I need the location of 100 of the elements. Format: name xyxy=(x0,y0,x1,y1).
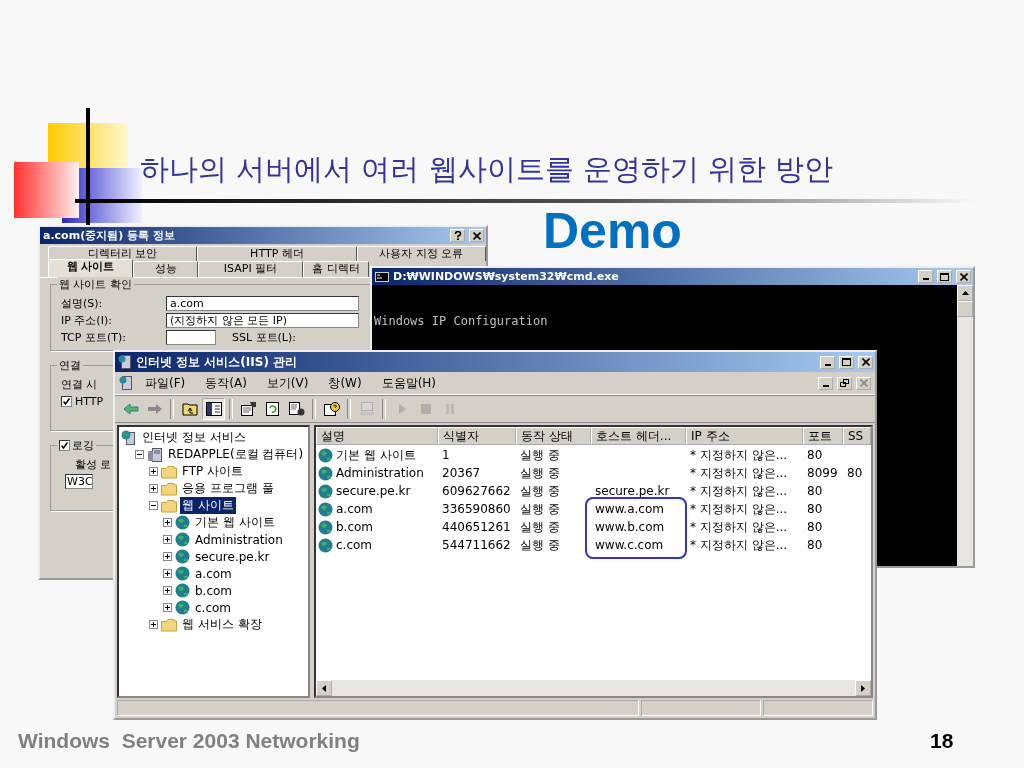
table-cell: 실행 중 xyxy=(520,501,560,516)
folder-icon xyxy=(161,617,177,632)
close-button[interactable] xyxy=(469,229,484,242)
tcp-port-field[interactable] xyxy=(166,330,216,345)
tree-item[interactable]: Administration xyxy=(193,532,285,547)
expand-toggle[interactable] xyxy=(149,484,158,493)
back-arrow-icon xyxy=(122,402,139,416)
vertical-scrollbar[interactable] xyxy=(957,285,973,566)
column-header[interactable]: 포트 xyxy=(803,427,843,445)
field-label: 설명(S): xyxy=(61,296,104,311)
computer-icon xyxy=(147,446,163,463)
table-cell: 544711662 xyxy=(442,538,511,552)
expand-toggle[interactable] xyxy=(163,569,172,578)
column-header[interactable]: 동작 상태 xyxy=(516,427,591,445)
server-icon xyxy=(119,375,133,391)
menu-item[interactable]: 도움말(H) xyxy=(373,374,445,392)
tree-item[interactable]: 웹 사이트 xyxy=(180,497,236,514)
tab[interactable]: HTTP 헤더 xyxy=(197,246,357,261)
toolbar-button[interactable] xyxy=(202,398,225,420)
table-cell: 실행 중 xyxy=(520,465,560,480)
tree-item[interactable]: c.com xyxy=(193,600,234,615)
close-button[interactable] xyxy=(858,355,873,369)
tree-item[interactable]: 응용 프로그램 풀 xyxy=(180,480,276,497)
column-header[interactable]: IP 주소 xyxy=(686,427,803,445)
menu-item[interactable]: 동작(A) xyxy=(197,374,255,392)
expand-toggle[interactable] xyxy=(163,552,172,561)
expand-toggle[interactable] xyxy=(163,586,172,595)
column-header[interactable]: 식별자 xyxy=(438,427,516,445)
minimize-button[interactable] xyxy=(918,270,933,283)
table-cell: 80 xyxy=(807,502,823,516)
tree-item[interactable]: a.com xyxy=(193,566,234,581)
tab[interactable]: 웹 사이트 xyxy=(48,259,133,277)
stop-icon xyxy=(419,402,432,416)
tree-item[interactable]: 인터넷 정보 서비스 xyxy=(140,429,248,446)
collapse-toggle[interactable] xyxy=(135,450,144,459)
page-number: 18 xyxy=(930,729,954,753)
maximize-button[interactable] xyxy=(839,355,854,369)
minimize-button[interactable] xyxy=(820,355,835,369)
horizontal-scrollbar[interactable] xyxy=(316,680,871,696)
expand-toggle[interactable] xyxy=(149,620,158,629)
expand-toggle[interactable] xyxy=(149,467,158,476)
tree-item[interactable]: 기본 웹 사이트 xyxy=(193,514,277,531)
table-cell: * 지정하지 않은... xyxy=(690,519,788,534)
window-title: D:₩WINDOWS₩system32₩cmd.exe xyxy=(393,270,619,283)
globe-icon xyxy=(175,549,190,564)
tab[interactable]: 사용자 지정 오류 xyxy=(356,246,486,261)
column-header[interactable]: SS xyxy=(843,427,871,445)
left-arrow-icon[interactable] xyxy=(322,684,326,692)
group-label: 웹 사이트 확인 xyxy=(59,277,132,292)
field-label: TCP 포트(T): xyxy=(61,330,127,345)
menu-item[interactable]: 보기(V) xyxy=(258,374,317,392)
checkbox[interactable] xyxy=(61,396,72,407)
tree-item[interactable]: 웹 서비스 확장 xyxy=(180,616,264,633)
checkbox[interactable] xyxy=(59,440,70,451)
minimize-icon xyxy=(922,278,929,280)
globe-icon xyxy=(318,501,333,517)
tab[interactable]: 홈 디렉터 xyxy=(303,261,369,277)
column-header[interactable]: 설명 xyxy=(316,427,438,445)
panel-icon xyxy=(205,402,222,416)
tab[interactable]: ISAPI 필터 xyxy=(198,261,303,277)
collapse-toggle[interactable] xyxy=(149,501,158,510)
table-cell: * 지정하지 않은... xyxy=(690,483,788,498)
export-icon xyxy=(288,402,305,416)
restore-button[interactable] xyxy=(837,376,852,390)
table-cell: www.a.com xyxy=(595,502,664,516)
menu-item[interactable]: 창(W) xyxy=(320,374,370,392)
table-cell: 20367 xyxy=(442,466,481,480)
tab[interactable]: 디렉터리 보안 xyxy=(48,246,198,261)
tree-item[interactable]: b.com xyxy=(193,583,235,598)
globe-icon xyxy=(175,583,190,598)
field-label: 활성 로 xyxy=(75,457,112,472)
table-cell: a.com xyxy=(336,502,373,516)
minimize-icon xyxy=(824,363,831,366)
table-cell: 기본 웹 사이트 xyxy=(336,446,416,464)
server-icon xyxy=(118,354,132,370)
tree-item[interactable]: secure.pe.kr xyxy=(193,549,272,564)
column-header[interactable]: 호스트 헤더... xyxy=(591,427,686,445)
tree-item[interactable]: REDAPPLE(로컬 컴퓨터) xyxy=(166,446,306,463)
window-title: a.com(중지됨) 등록 정보 xyxy=(43,228,175,243)
table-cell: 8099 xyxy=(807,466,838,480)
menu-item[interactable]: 파일(F) xyxy=(137,374,194,392)
globe-icon xyxy=(175,515,190,530)
expand-toggle[interactable] xyxy=(163,603,172,612)
folder-icon xyxy=(161,481,177,496)
table-cell: c.com xyxy=(336,538,373,552)
description-field[interactable]: a.com xyxy=(166,296,359,311)
tree-item[interactable]: FTP 사이트 xyxy=(180,463,246,480)
tab[interactable]: 성능 xyxy=(133,261,198,277)
minimize-button[interactable] xyxy=(818,376,833,390)
scrollbar-thumb[interactable] xyxy=(957,301,973,317)
ip-address-field[interactable]: (지정하지 않은 모든 IP) xyxy=(166,313,359,328)
maximize-button[interactable] xyxy=(937,270,952,283)
right-arrow-icon[interactable] xyxy=(861,684,865,692)
expand-toggle[interactable] xyxy=(163,535,172,544)
help-button[interactable] xyxy=(450,229,465,242)
close-button[interactable] xyxy=(956,270,971,283)
expand-toggle[interactable] xyxy=(163,518,172,527)
table-cell: 80 xyxy=(807,538,823,552)
up-arrow-icon[interactable] xyxy=(961,291,969,295)
log-format-field[interactable]: W3C xyxy=(65,474,93,489)
